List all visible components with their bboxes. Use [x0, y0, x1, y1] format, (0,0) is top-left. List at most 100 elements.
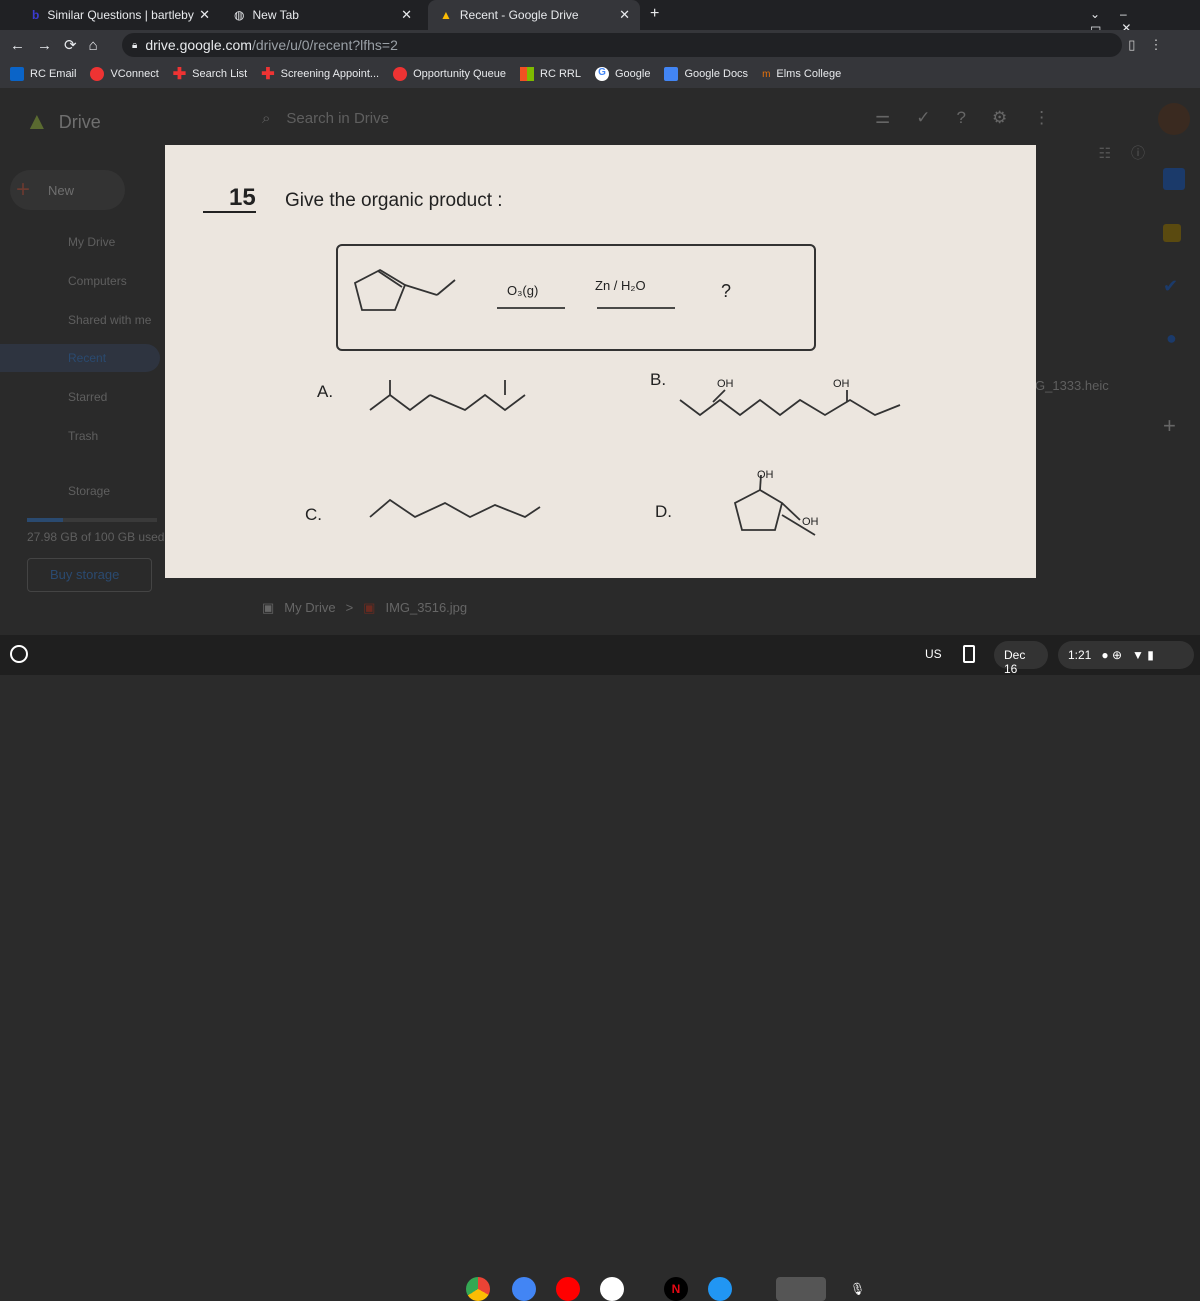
drive-logo-icon: ▲ — [440, 8, 452, 22]
elms-icon: m — [762, 68, 771, 80]
nav-recent[interactable]: Recent — [68, 351, 106, 365]
keep-icon[interactable] — [1163, 224, 1181, 242]
nav-computers[interactable]: Computers — [68, 274, 127, 288]
google-icon: G — [594, 67, 609, 81]
file-name[interactable]: G_1333.heic — [1035, 378, 1109, 393]
date-pod[interactable]: Dec 16 — [994, 641, 1048, 676]
tab-title: New Tab — [252, 8, 299, 22]
bookmarks-bar: RC Email VConnect ✚ Search List ✚ Screenin… — [0, 60, 1200, 88]
red-cross-icon: ✚ — [261, 66, 275, 83]
nav-trash[interactable]: Trash — [68, 429, 98, 443]
close-tab-icon[interactable]: ✕ — [401, 7, 412, 23]
address-bar[interactable]: 🔒︎ drive.google.com/drive/u/0/recent?lfhs… — [122, 33, 1122, 57]
bookmark-label: RC RRL — [540, 68, 581, 80]
red-cross-icon — [90, 67, 105, 81]
red-cross-icon: ✚ — [172, 66, 187, 83]
bookmark-label: Elms College — [776, 68, 842, 80]
tab-title: Similar Questions | bartleby — [47, 8, 194, 22]
youtube-icon[interactable] — [556, 1277, 580, 1301]
tasks-icon[interactable]: ✔ — [1163, 276, 1178, 297]
status-tray[interactable]: 1:21 ● ⊕ ▼ ▮ — [1058, 641, 1194, 669]
close-tab-icon[interactable]: ✕ — [199, 7, 210, 23]
play-store-icon[interactable] — [600, 1277, 624, 1301]
bookmark-vconnect[interactable]: VConnect — [90, 67, 159, 81]
oh-label: OH — [833, 378, 850, 390]
structure-a-left — [369, 393, 431, 412]
mic-icon[interactable]: 🎙︎ — [850, 1282, 865, 1296]
cyclopentene-ring — [353, 268, 407, 311]
nav-shared[interactable]: Shared with me — [68, 313, 151, 327]
avatar[interactable] — [1158, 103, 1190, 135]
clock: 1:21 — [1068, 648, 1092, 662]
reagent-1: O₃(g) — [507, 283, 538, 298]
bookmark-rc-email[interactable]: RC Email — [10, 67, 76, 81]
nav-my-drive[interactable]: My Drive — [68, 235, 115, 249]
nav-storage[interactable]: Storage — [68, 484, 110, 498]
docs-icon[interactable] — [512, 1277, 536, 1301]
oh-label: OH — [802, 516, 819, 528]
phone-hub-icon[interactable] — [963, 645, 975, 663]
search-placeholder: Search in Drive — [286, 110, 389, 127]
bookmark-google-docs[interactable]: Google Docs — [664, 67, 748, 81]
image-preview: 15 Give the organic product : Zn / H₂O O… — [165, 145, 1036, 578]
nav-buttons[interactable]: ←→⟳⌂ — [10, 36, 110, 54]
contacts-icon[interactable]: ● — [1166, 328, 1177, 349]
storage-bar — [27, 518, 157, 522]
netflix-icon[interactable]: N — [664, 1277, 688, 1301]
unknown-product: ? — [721, 281, 731, 301]
bookmark-screening[interactable]: ✚ Screening Appoint... — [261, 64, 379, 84]
nav-starred[interactable]: Starred — [68, 390, 107, 404]
microsoft-icon — [520, 67, 535, 81]
url-path: /drive/u/0/recent?lfhs=2 — [251, 37, 398, 53]
tab-bartleby[interactable]: b Similar Questions | bartleby ✕ — [20, 0, 220, 30]
bookmark-google[interactable]: G Google — [594, 67, 650, 81]
bookmark-search-list[interactable]: ✚ Search List — [173, 64, 247, 84]
status-icons: ● ⊕ ▼ ▮ — [1101, 648, 1154, 662]
drive-logo[interactable]: ▲ Drive — [25, 108, 101, 136]
tab-new-tab[interactable]: ◍ New Tab ✕ — [222, 0, 422, 30]
tab-google-drive[interactable]: ▲ Recent - Google Drive ✕ — [428, 0, 640, 30]
drive-folder-icon: ▣ — [262, 600, 275, 615]
buy-storage-button[interactable]: Buy storage — [27, 558, 152, 592]
bookmark-rc-rrl[interactable]: RC RRL — [520, 67, 581, 81]
label-c: C. — [305, 505, 322, 524]
input-locale[interactable]: US — [925, 647, 942, 661]
bookmark-label: Google Docs — [684, 68, 749, 80]
url-host: drive.google.com — [145, 37, 252, 53]
new-label: New — [48, 182, 75, 198]
reagent-2: Zn / H₂O — [595, 278, 646, 293]
calendar-icon[interactable] — [1163, 168, 1185, 190]
bookmark-label: RC Email — [30, 68, 77, 80]
breadcrumb-root[interactable]: My Drive — [284, 600, 335, 616]
bookmark-label: Opportunity Queue — [413, 68, 507, 80]
docs-icon — [664, 67, 679, 81]
chrome-icon[interactable] — [466, 1277, 490, 1301]
files-icon[interactable] — [708, 1277, 732, 1301]
bookmark-label: Screening Appoint... — [280, 68, 380, 80]
search-icon: ⌕ — [262, 110, 271, 127]
bookmark-opportunity-queue[interactable]: Opportunity Queue — [393, 67, 506, 81]
bookmark-elms-college[interactable]: m Elms College — [762, 68, 841, 80]
storage-text: 27.98 GB of 100 GB used — [27, 530, 165, 544]
drive-logo-icon: ▲ — [25, 108, 49, 135]
close-tab-icon[interactable]: ✕ — [619, 7, 630, 23]
add-addon-icon[interactable]: + — [1163, 413, 1176, 439]
new-tab-button[interactable]: + — [650, 5, 659, 23]
outlook-icon — [10, 67, 24, 81]
header-icons[interactable]: ⚌✓?⚙⋮ — [875, 108, 1076, 128]
structure-d-ring — [733, 488, 784, 531]
os-shelf: N 🎙︎ US Dec 16 1:21 ● ⊕ ▼ ▮ — [0, 635, 1200, 1301]
label-b: B. — [650, 370, 666, 389]
label-a: A. — [317, 382, 333, 401]
red-cross-icon — [393, 67, 408, 81]
view-icons[interactable]: ☷ⓘ — [1035, 143, 1165, 161]
lock-icon: 🔒︎ — [132, 39, 138, 51]
new-button[interactable]: + New — [10, 170, 125, 210]
bartleby-icon: b — [32, 8, 40, 22]
reaction-box — [336, 244, 816, 351]
search-input[interactable]: ⌕ Search in Drive — [262, 110, 389, 127]
bookmark-label: Search List — [192, 68, 248, 80]
breadcrumb-file[interactable]: IMG_3516.jpg — [385, 600, 467, 616]
window-preview[interactable] — [776, 1277, 826, 1301]
launcher-icon[interactable] — [10, 645, 28, 663]
